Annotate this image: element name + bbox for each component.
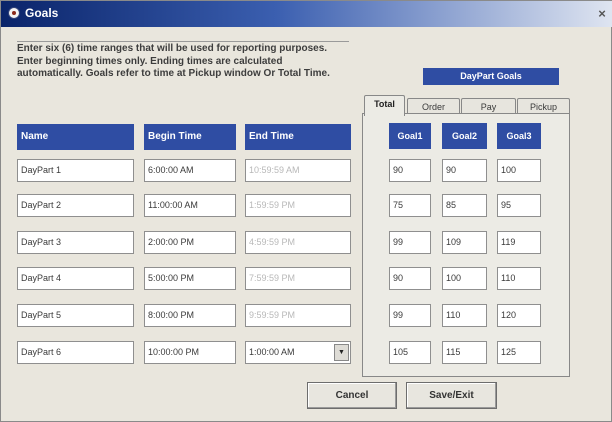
goal3-input[interactable]: 110 [497, 267, 541, 290]
end-time-value: 1:00:00 AM [249, 347, 295, 357]
end-time-readonly: 1:59:59 PM [245, 194, 351, 217]
title-bar: Goals [1, 1, 612, 27]
goal3-input[interactable]: 120 [497, 304, 541, 327]
goal2-input[interactable]: 115 [442, 341, 487, 364]
goal3-column-header: Goal3 [497, 123, 541, 149]
save-exit-button[interactable]: Save/Exit [406, 382, 497, 409]
daypart-name-input[interactable]: DayPart 1 [17, 159, 134, 182]
begin-time-input[interactable]: 2:00:00 PM [144, 231, 236, 254]
tab-total[interactable]: Total [364, 95, 405, 116]
goal1-input[interactable]: 105 [389, 341, 431, 364]
goal3-input[interactable]: 119 [497, 231, 541, 254]
end-time-readonly: 10:59:59 AM [245, 159, 351, 182]
end-time-readonly: 9:59:59 PM [245, 304, 351, 327]
instructions-text: Enter six (6) time ranges that will be u… [17, 43, 330, 80]
window-title: Goals [25, 6, 59, 20]
app-icon [8, 7, 20, 19]
begin-time-input[interactable]: 6:00:00 AM [144, 159, 236, 182]
goal3-input[interactable]: 95 [497, 194, 541, 217]
divider [17, 41, 349, 42]
chevron-down-icon[interactable]: ▼ [334, 344, 349, 361]
end-time-column-header: End Time [245, 124, 351, 150]
goals-window: Goals × Enter six (6) time ranges that w… [0, 0, 612, 422]
daypart-goals-badge: DayPart Goals [423, 68, 559, 85]
begin-time-column-header: Begin Time [144, 124, 236, 150]
goal2-input[interactable]: 109 [442, 231, 487, 254]
cancel-button[interactable]: Cancel [307, 382, 397, 409]
goal1-input[interactable]: 75 [389, 194, 431, 217]
daypart-name-input[interactable]: DayPart 4 [17, 267, 134, 290]
goal1-input[interactable]: 99 [389, 304, 431, 327]
end-time-select[interactable]: 1:00:00 AM ▼ [245, 341, 351, 364]
begin-time-input[interactable]: 8:00:00 PM [144, 304, 236, 327]
goal2-input[interactable]: 90 [442, 159, 487, 182]
goal3-input[interactable]: 100 [497, 159, 541, 182]
goal1-input[interactable]: 99 [389, 231, 431, 254]
goal2-column-header: Goal2 [442, 123, 487, 149]
begin-time-input[interactable]: 5:00:00 PM [144, 267, 236, 290]
goal1-column-header: Goal1 [389, 123, 431, 149]
goal2-input[interactable]: 100 [442, 267, 487, 290]
daypart-name-input[interactable]: DayPart 5 [17, 304, 134, 327]
daypart-name-input[interactable]: DayPart 3 [17, 231, 134, 254]
goal1-input[interactable]: 90 [389, 159, 431, 182]
begin-time-input[interactable]: 11:00:00 AM [144, 194, 236, 217]
end-time-readonly: 7:59:59 PM [245, 267, 351, 290]
name-column-header: Name [17, 124, 134, 150]
goal1-input[interactable]: 90 [389, 267, 431, 290]
daypart-name-input[interactable]: DayPart 2 [17, 194, 134, 217]
goal3-input[interactable]: 125 [497, 341, 541, 364]
goal2-input[interactable]: 110 [442, 304, 487, 327]
begin-time-input[interactable]: 10:00:00 PM [144, 341, 236, 364]
end-time-readonly: 4:59:59 PM [245, 231, 351, 254]
goal2-input[interactable]: 85 [442, 194, 487, 217]
daypart-name-input[interactable]: DayPart 6 [17, 341, 134, 364]
close-icon[interactable]: × [596, 7, 608, 20]
